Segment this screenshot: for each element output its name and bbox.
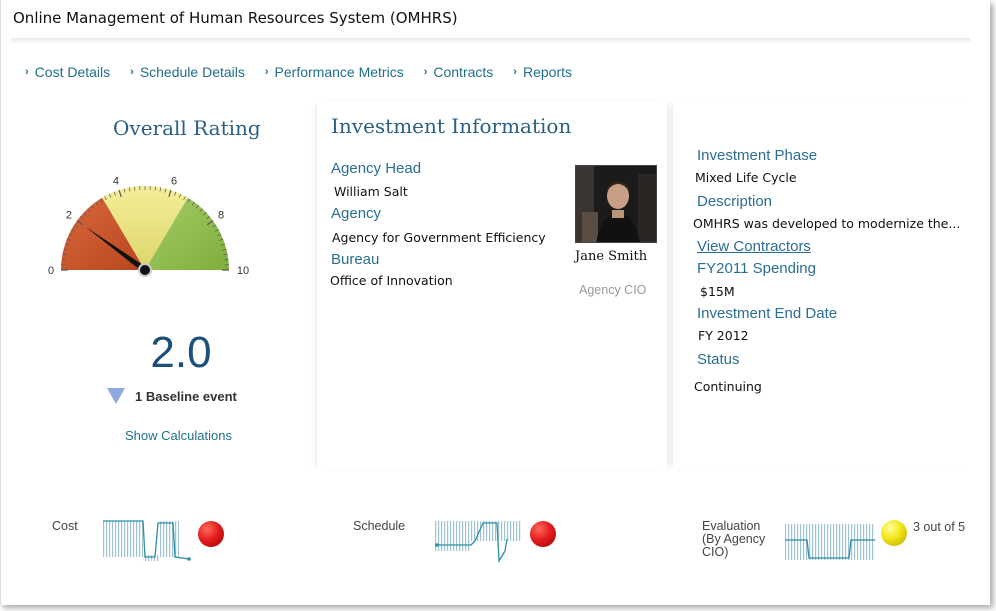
app-title: Online Management of Human Resources Sys… xyxy=(13,9,458,27)
gauge-tick-label: 6 xyxy=(171,176,177,188)
triangle-down-icon xyxy=(107,388,125,404)
overall-rating-heading: Overall Rating xyxy=(113,116,261,140)
gauge-tick-label: 2 xyxy=(66,210,72,222)
cio-photo xyxy=(575,165,657,243)
evaluation-sparkline xyxy=(785,524,875,560)
schedule-summary: Schedule xyxy=(317,508,667,568)
evaluation-summary: Evaluation (By Agency CIO) 3 out of 5 xyxy=(673,508,973,568)
title-divider xyxy=(11,38,971,44)
top-nav: › Cost Details › Schedule Details › Perf… xyxy=(25,64,592,80)
description-value: OMHRS was developed to modernize the... xyxy=(693,216,961,231)
nav-cost-details[interactable]: › Cost Details xyxy=(25,64,110,80)
chevron-right-icon: › xyxy=(25,66,29,78)
cio-role: Agency CIO xyxy=(579,283,647,297)
schedule-label: Schedule xyxy=(353,519,406,533)
fy2011-spending-label: FY2011 Spending xyxy=(697,260,816,277)
app-window: Online Management of Human Resources Sys… xyxy=(0,0,990,605)
chevron-right-icon: › xyxy=(513,66,517,78)
cost-summary: Cost xyxy=(15,508,311,568)
nav-performance-metrics[interactable]: › Performance Metrics xyxy=(265,64,404,80)
show-calculations-link[interactable]: Show Calculations xyxy=(125,428,232,443)
nav-reports[interactable]: › Reports xyxy=(513,64,572,80)
cost-label: Cost xyxy=(52,519,78,533)
schedule-sparkline xyxy=(435,521,521,563)
gauge-tick xyxy=(154,186,156,191)
investment-phase-label: Investment Phase xyxy=(697,147,818,164)
evaluation-score: 3 out of 5 xyxy=(913,520,966,534)
gauge-tick-label: 8 xyxy=(218,210,224,222)
chevron-right-icon: › xyxy=(264,66,269,78)
investment-end-date-value: FY 2012 xyxy=(698,328,749,343)
gauge-tick xyxy=(134,186,136,191)
agency-label: Agency xyxy=(331,205,382,222)
bureau-value: Office of Innovation xyxy=(330,273,453,288)
nav-label: Cost Details xyxy=(34,64,111,80)
bureau-label: Bureau xyxy=(331,251,380,268)
cost-sparkline xyxy=(103,520,191,561)
description-label: Description xyxy=(697,193,773,210)
baseline-text: 1 Baseline event xyxy=(135,388,237,404)
evaluation-label: Evaluation (By Agency CIO) xyxy=(702,519,766,559)
gauge-tick-label: 0 xyxy=(48,265,54,277)
nav-label: Schedule Details xyxy=(139,64,245,80)
gauge-tick xyxy=(61,259,66,261)
schedule-status-red-icon xyxy=(530,521,556,547)
agency-value: Agency for Government Efficiency xyxy=(332,230,546,245)
gauge-tick xyxy=(224,259,229,261)
overall-score: 2.0 xyxy=(150,328,212,377)
nav-contracts[interactable]: › Contracts xyxy=(424,64,494,80)
nav-label: Contracts xyxy=(433,64,494,80)
fy2011-spending-value: $15M xyxy=(700,284,735,299)
gauge-tick-label: 10 xyxy=(237,265,249,277)
cost-status-red-icon xyxy=(198,521,224,547)
nav-label: Reports xyxy=(522,64,572,80)
investment-phase-value: Mixed Life Cycle xyxy=(695,170,797,185)
nav-label: Performance Metrics xyxy=(274,64,404,80)
view-contractors-link[interactable]: View Contractors xyxy=(697,238,811,255)
investment-info-heading: Investment Information xyxy=(331,114,572,138)
gauge-tick-label: 4 xyxy=(113,176,119,188)
investment-end-date-label: Investment End Date xyxy=(697,305,838,322)
status-value: Continuing xyxy=(694,379,762,394)
status-label: Status xyxy=(697,351,740,368)
nav-schedule-details[interactable]: › Schedule Details xyxy=(130,64,245,80)
agency-head-value: William Salt xyxy=(334,184,408,199)
chevron-right-icon: › xyxy=(130,66,134,78)
evaluation-status-yellow-icon xyxy=(881,520,907,546)
baseline-indicator: 1 Baseline event xyxy=(107,388,237,404)
gauge-hub xyxy=(138,263,152,277)
agency-head-label: Agency Head xyxy=(331,160,422,177)
rating-gauge: 0 2 4 6 8 10 xyxy=(48,176,249,277)
chevron-right-icon: › xyxy=(423,66,428,78)
cio-name: Jane Smith xyxy=(575,249,648,264)
